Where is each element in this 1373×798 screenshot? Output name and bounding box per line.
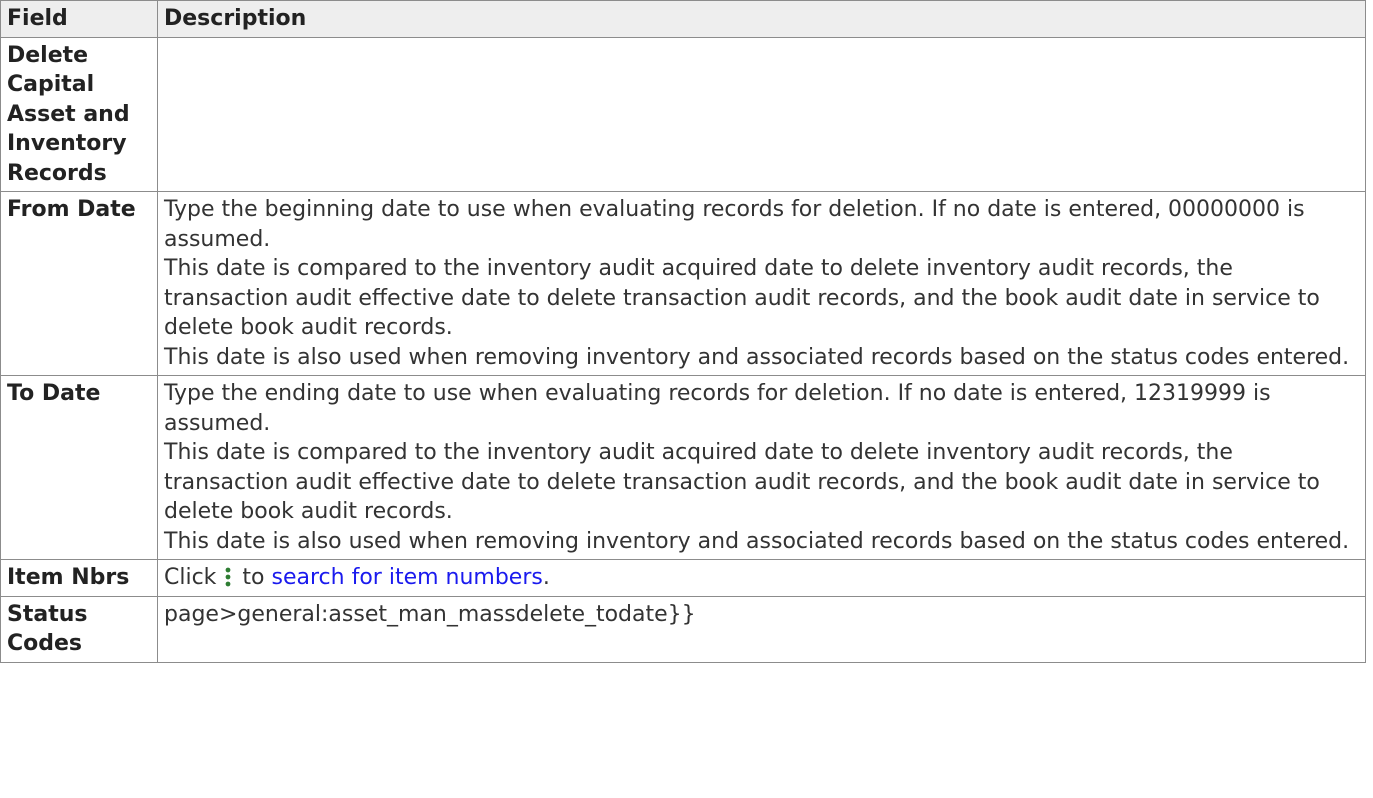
description-paragraph: Type the beginning date to use when eval… [164,197,1305,252]
description-from-date: Type the beginning date to use when eval… [157,191,1366,376]
description-to-date: Type the ending date to use when evaluat… [157,375,1366,560]
table-header-row: Field Description [0,0,1366,38]
search-item-numbers-link[interactable]: search for item numbers [272,565,543,590]
section-title: Delete Capital Asset and Inventory Recor… [0,36,158,192]
field-name-to-date: To Date [0,375,158,560]
description-item-nbrs: Click to search for item numbers. [157,559,1366,597]
field-name-item-nbrs: Item Nbrs [0,559,158,597]
vertical-dots-icon[interactable] [216,567,242,588]
field-name-status-codes: Status Codes [0,595,158,663]
field-name-from-date: From Date [0,191,158,376]
description-paragraph: This date is compared to the inventory a… [164,256,1320,340]
table-row-to-date: To Date Type the ending date to use when… [0,375,1366,560]
header-description: Description [157,0,1366,38]
click-prefix-text: Click [164,565,217,590]
description-status-codes: page>general:asset_man_massdelete_todate… [157,595,1366,663]
header-field: Field [0,0,158,38]
section-description-empty [157,36,1366,192]
description-paragraph: This date is also used when removing inv… [164,528,1350,554]
field-description-table: Field Description Delete Capital Asset a… [0,0,1366,663]
description-paragraph: This date is also used when removing inv… [164,344,1350,370]
click-middle-text: to [242,565,265,590]
suffix-text: . [542,565,550,590]
description-paragraph: This date is compared to the inventory a… [164,440,1320,524]
table-row-status-codes: Status Codes page>general:asset_man_mass… [0,595,1366,663]
section-row: Delete Capital Asset and Inventory Recor… [0,36,1366,192]
description-paragraph: Type the ending date to use when evaluat… [164,381,1271,436]
table-row-from-date: From Date Type the beginning date to use… [0,191,1366,376]
table-row-item-nbrs: Item Nbrs Click to search for item number… [0,559,1366,597]
